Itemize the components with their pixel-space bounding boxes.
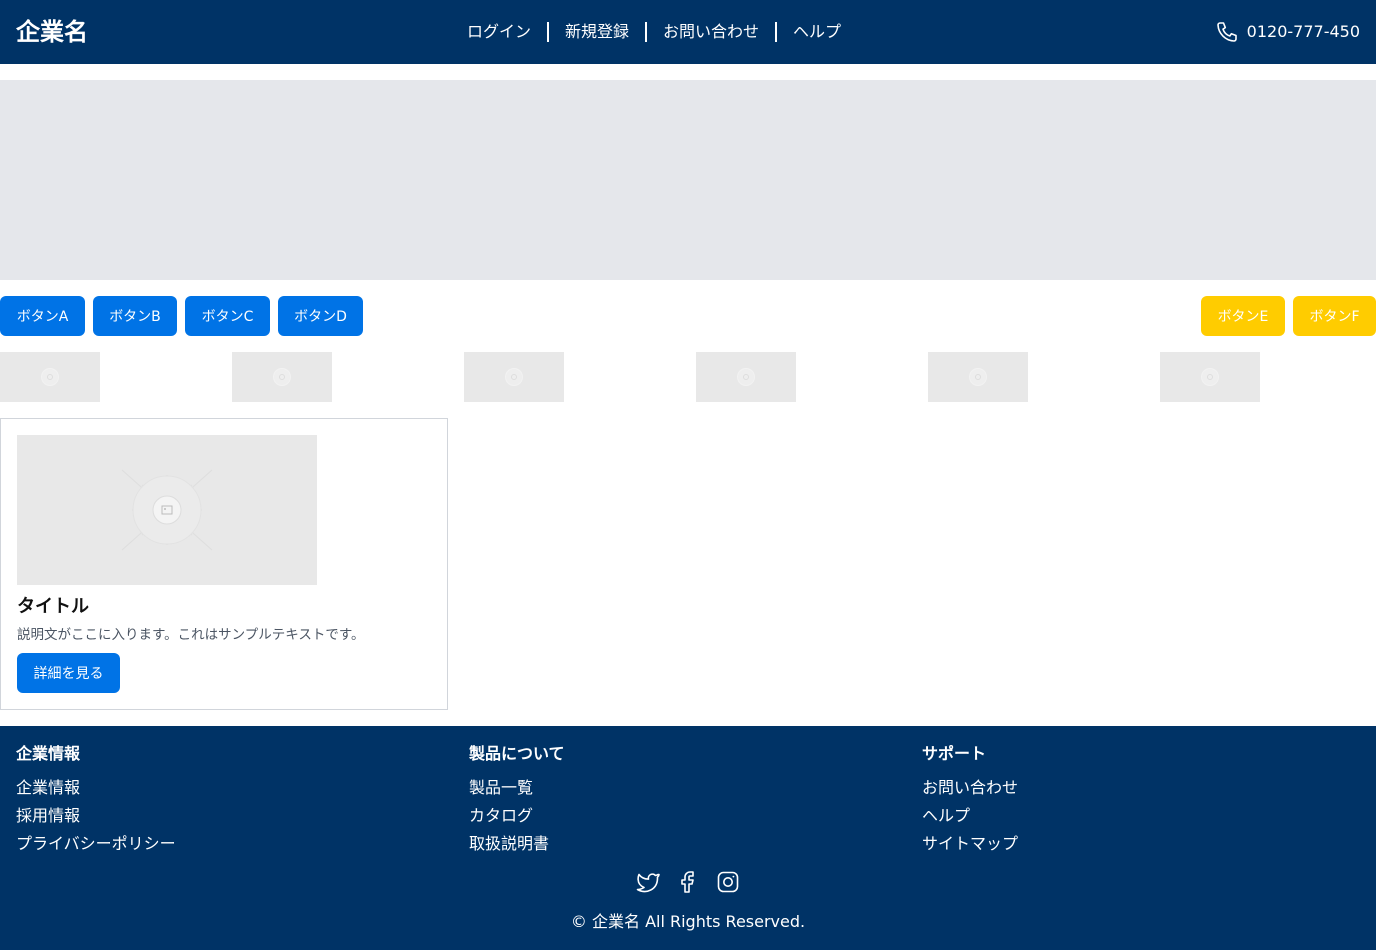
company-logo[interactable]: 企業名 [16,16,88,48]
phone-contact[interactable]: 0120-777-450 [1215,20,1360,44]
footer-link[interactable]: ヘルプ [922,802,1018,830]
image-placeholder-icon [737,368,755,386]
footer-column-title: サポート [922,744,987,763]
thumbnail-image[interactable] [232,352,332,402]
button-a[interactable]: ボタンA [0,296,85,336]
footer-column-title: 製品について [469,744,565,763]
card-title: タイトル [17,596,89,617]
facebook-icon[interactable] [676,870,700,894]
card-description: 説明文がここに入ります。これはサンプルテキストです。 [17,627,365,643]
button-b[interactable]: ボタンB [93,296,177,336]
nav-help[interactable]: ヘルプ [783,20,851,44]
twitter-icon[interactable] [636,870,660,894]
footer-column-company: 企業情報 企業情報 採用情報 プライバシーポリシー [16,742,176,858]
nav-divider [645,22,647,42]
footer-link[interactable]: カタログ [469,802,565,830]
phone-icon [1216,22,1237,42]
site-header: 企業名 ログイン 新規登録 お問い合わせ ヘルプ 0120-777-450 [0,0,1376,64]
footer-column-products: 製品について 製品一覧 カタログ 取扱説明書 [469,742,565,858]
image-placeholder-icon [969,368,987,386]
footer-column-support: サポート お問い合わせ ヘルプ サイトマップ [922,742,1018,858]
image-placeholder-icon [121,469,213,551]
image-placeholder-icon [273,368,291,386]
copyright-text: © 企業名 All Rights Reserved. [570,912,806,931]
nav-divider [775,22,778,42]
image-placeholder-icon [41,368,59,386]
social-links [0,870,1376,894]
thumbnail-image[interactable] [1160,352,1260,402]
footer-link[interactable]: 製品一覧 [469,774,565,802]
footer-link[interactable]: 企業情報 [16,774,176,802]
card-image [17,435,317,585]
hero-banner [0,80,1376,280]
image-placeholder-icon [505,368,523,386]
card-details-button[interactable]: 詳細を見る [17,653,120,693]
thumbnail-image[interactable] [0,352,100,402]
footer-link[interactable]: プライバシーポリシー [16,830,176,858]
footer-link[interactable]: お問い合わせ [922,774,1018,802]
footer-link[interactable]: 採用情報 [16,802,176,830]
nav-divider [546,22,549,42]
button-c[interactable]: ボタンC [185,296,270,336]
content-card: タイトル 説明文がここに入ります。これはサンプルテキストです。 詳細を見る [0,418,448,710]
nav-login[interactable]: ログイン [457,20,541,44]
footer-column-title: 企業情報 [16,744,81,763]
thumbnail-image[interactable] [928,352,1028,402]
instagram-icon[interactable] [716,870,740,894]
button-d[interactable]: ボタンD [278,296,363,336]
button-f[interactable]: ボタンF [1293,296,1376,336]
button-e[interactable]: ボタンE [1201,296,1285,336]
site-footer: 企業情報 企業情報 採用情報 プライバシーポリシー 製品について 製品一覧 カタ… [0,726,1376,950]
thumbnail-image[interactable] [696,352,796,402]
image-placeholder-icon [1201,368,1219,386]
footer-link[interactable]: サイトマップ [922,830,1018,858]
nav-contact[interactable]: お問い合わせ [653,20,769,44]
thumbnail-image[interactable] [464,352,564,402]
nav-register[interactable]: 新規登録 [555,20,639,44]
phone-number: 0120-777-450 [1246,22,1360,41]
header-nav: ログイン 新規登録 お問い合わせ ヘルプ [448,20,860,44]
footer-link[interactable]: 取扱説明書 [469,830,565,858]
